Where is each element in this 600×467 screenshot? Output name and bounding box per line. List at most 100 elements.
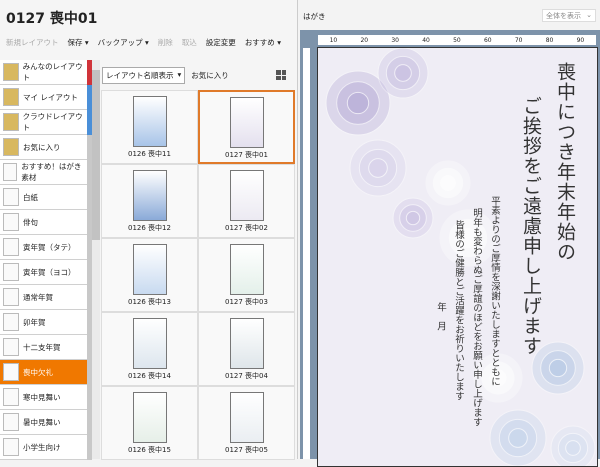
thumbnail-image (132, 244, 167, 295)
layout-thumbnail[interactable]: 0126 喪中14 (101, 312, 198, 386)
category-icon (3, 388, 19, 406)
sidebar-item[interactable]: おすすめ！はがき素材 (0, 160, 92, 185)
ruler-tick-label: 20 (360, 36, 369, 44)
thumbnail-label: 0126 喪中14 (128, 372, 171, 380)
thumbnail-label: 0127 喪中03 (225, 298, 268, 306)
layout-thumbnail[interactable]: 0127 喪中04 (198, 312, 295, 386)
heading-line-2: ご挨拶をご遠慮申し上げます (520, 96, 542, 356)
thumbnail-image (132, 96, 167, 147)
postcard-preview[interactable]: 喪中につき年末年始の ご挨拶をご遠慮申し上げます 平素よりのご厚情を深謝いたしま… (317, 47, 598, 467)
sidebar-item-label: 暑中見舞い (23, 417, 61, 427)
body-line-1: 平素よりのご厚情を深謝いたしますとともに (489, 196, 500, 386)
sidebar-item-label: 俳句 (23, 217, 38, 227)
sidebar-item-label: おすすめ！はがき素材 (21, 162, 82, 182)
settings-button[interactable]: 設定変更 (206, 37, 236, 48)
sidebar-item-label: 喪中欠礼 (23, 367, 53, 377)
ruler-tick-label: 60 (483, 36, 492, 44)
thumbnail-label: 0127 喪中02 (225, 224, 268, 232)
thumbnail-label: 0127 喪中04 (225, 372, 268, 380)
layout-panel: 0127 喪中01 新規レイアウト 保存 ▾ バックアップ ▾ 削除 取込 設定… (0, 0, 298, 460)
ruler-tick-label: 10 (329, 36, 338, 44)
thumbnail-label: 0127 喪中01 (225, 151, 268, 159)
sidebar-item-label: 寅年賀（ヨコ） (23, 267, 76, 277)
thumbnail-image (132, 392, 167, 443)
layout-grid: 0126 喪中11 0127 喪中01 0126 喪中12 0127 喪中02 0126… (101, 90, 295, 460)
sidebar-item[interactable]: 寅年賀（ヨコ） (0, 260, 92, 285)
thumbnail-label: 0126 喪中11 (128, 150, 171, 158)
ruler-tick-label: 90 (576, 36, 585, 44)
import-button[interactable]: 取込 (182, 37, 197, 48)
layout-thumbnail[interactable]: 0126 喪中11 (101, 90, 198, 164)
page-title: 0127 喪中01 (6, 11, 98, 27)
layout-thumbnail[interactable]: 0126 喪中12 (101, 164, 198, 238)
thumbnail-label: 0126 喪中12 (128, 224, 171, 232)
sidebar-item[interactable]: 通常年賀 (0, 285, 92, 310)
sidebar-item[interactable]: お気に入り (0, 135, 92, 160)
chrysanthemum-flower (425, 160, 471, 206)
category-icon (3, 363, 19, 381)
sidebar-item-label: 通常年賀 (23, 292, 53, 302)
thumbnail-image (132, 318, 167, 369)
category-icon (3, 213, 19, 231)
zoom-select[interactable]: 全体を表示 ⌄ (542, 9, 596, 22)
category-sidebar: みんなのレイアウトマイ レイアウトクラウドレイアウトお気に入りおすすめ！はがき素… (0, 60, 92, 460)
new-layout-button[interactable]: 新規レイアウト (6, 37, 59, 48)
sidebar-item[interactable]: みんなのレイアウト (0, 60, 92, 85)
sidebar-item[interactable]: 十二支年賀 (0, 335, 92, 360)
thumbnail-image (229, 392, 264, 443)
sidebar-item[interactable]: 寅年賀（タテ） (0, 235, 92, 260)
layout-thumbnail[interactable]: 0126 喪中13 (101, 238, 198, 312)
sidebar-item[interactable]: 卯年賀 (0, 310, 92, 335)
chrysanthemum-flower (349, 139, 407, 197)
chrysanthemum-flower (377, 48, 429, 99)
sidebar-item[interactable]: 暑中見舞い (0, 410, 92, 435)
sidebar-item[interactable]: 小学生向け (0, 435, 92, 460)
zoom-value: 全体を表示 (546, 12, 581, 20)
layout-thumbnail[interactable]: 0127 喪中03 (198, 238, 295, 312)
sidebar-item-label: マイ レイアウト (23, 92, 78, 102)
sidebar-item[interactable]: 俳句 (0, 210, 92, 235)
category-icon (3, 263, 19, 281)
category-icon (3, 288, 19, 306)
vertical-ruler (303, 48, 310, 459)
toolbar: 新規レイアウト 保存 ▾ バックアップ ▾ 削除 取込 設定変更 おすすめ ▾ (6, 37, 281, 48)
sidebar-item-label: 卯年賀 (23, 317, 46, 327)
sidebar-item[interactable]: 喪中欠礼 (0, 360, 92, 385)
sidebar-item-label: お気に入り (23, 142, 61, 152)
thumbnail-image (229, 318, 264, 369)
thumbnail-image (229, 97, 264, 148)
grid-view-icon[interactable] (276, 70, 286, 80)
ruler-tick-label: 50 (453, 36, 461, 44)
sidebar-scrollbar[interactable] (92, 60, 100, 459)
sidebar-item[interactable]: クラウドレイアウト (0, 110, 92, 135)
thumbnail-label: 0127 喪中05 (225, 446, 268, 454)
sidebar-item-label: みんなのレイアウト (22, 62, 83, 82)
backup-button[interactable]: バックアップ ▾ (98, 37, 149, 48)
delete-button[interactable]: 削除 (158, 37, 173, 48)
layout-thumbnail[interactable]: 0127 喪中02 (198, 164, 295, 238)
favorite-filter[interactable]: お気に入り (191, 70, 229, 81)
layout-thumbnail[interactable]: 0127 喪中01 (198, 90, 295, 164)
recommend-button[interactable]: おすすめ ▾ (245, 37, 281, 48)
save-button[interactable]: 保存 ▾ (68, 37, 89, 48)
category-icon (3, 413, 19, 431)
sidebar-item-label: 寒中見舞い (23, 392, 61, 402)
chrysanthemum-flower (550, 425, 596, 466)
heading-line-1: 喪中につき年末年始の (554, 62, 576, 262)
layout-thumbnail[interactable]: 0126 喪中15 (101, 386, 198, 460)
category-icon (3, 163, 18, 181)
sort-select[interactable]: レイアウト名順表示 ▾ (102, 67, 186, 84)
category-icon (3, 238, 19, 256)
scrollbar-thumb[interactable] (92, 70, 100, 240)
category-icon (3, 113, 19, 131)
sidebar-item[interactable]: 寒中見舞い (0, 385, 92, 410)
sidebar-item[interactable]: 白紙 (0, 185, 92, 210)
date-line: 年 月 (435, 302, 446, 331)
thumbnail-image (229, 244, 264, 295)
sidebar-item[interactable]: マイ レイアウト (0, 85, 92, 110)
layout-thumbnail[interactable]: 0127 喪中05 (198, 386, 295, 460)
sidebar-item-label: 十二支年賀 (23, 342, 61, 352)
preview-label: はがき (303, 12, 326, 21)
chrysanthemum-flower (489, 409, 547, 466)
thumbnail-image (229, 170, 264, 221)
